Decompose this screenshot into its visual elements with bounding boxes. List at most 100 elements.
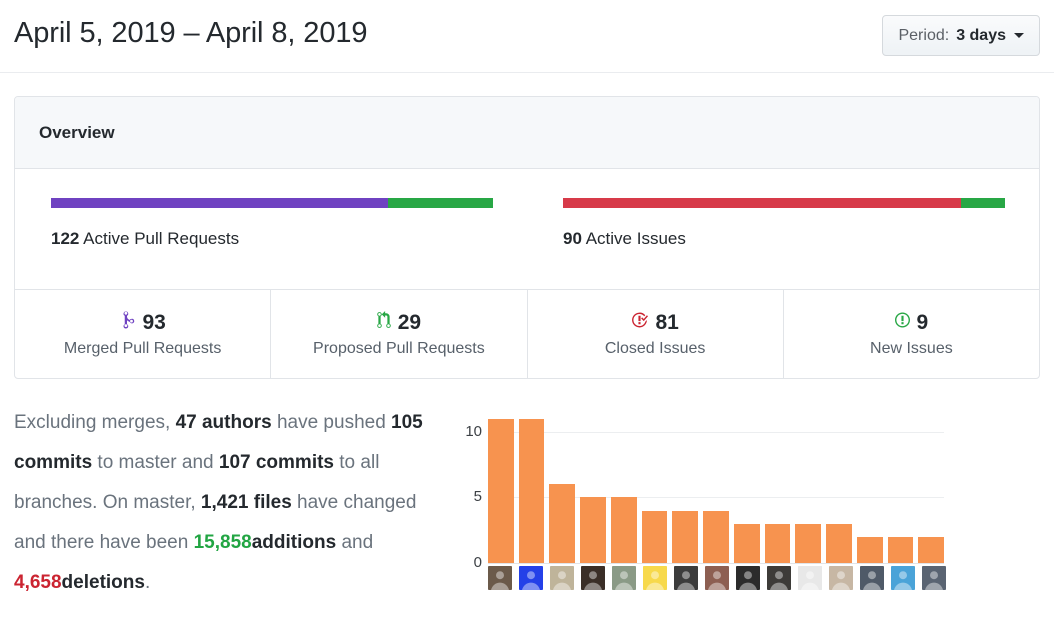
summary-additions-word: additions (252, 532, 336, 553)
contributor-avatar[interactable] (519, 566, 543, 590)
meter-segment-proposed (388, 198, 493, 208)
period-value: 3 days (956, 27, 1006, 45)
summary-part1: Excluding merges, (14, 412, 176, 433)
avatar-placeholder-icon (519, 566, 543, 590)
avatar-placeholder-icon (612, 566, 636, 590)
stat-new-value: 9 (917, 311, 929, 335)
chart-y-tick-label: 5 (456, 488, 482, 505)
stat-proposed-pull-requests[interactable]: 29 Proposed Pull Requests (271, 290, 527, 378)
overview-card-header: Overview (15, 97, 1039, 169)
chart-bar (888, 537, 914, 563)
stat-closed-label: Closed Issues (605, 340, 706, 358)
chart-y-tick-label: 0 (456, 554, 482, 571)
summary-part3: to master and (92, 452, 219, 473)
stat-new-issues[interactable]: 9 New Issues (784, 290, 1039, 378)
chart-bar (672, 511, 698, 563)
period-label: Period: (898, 27, 949, 45)
chart-bar (826, 524, 852, 563)
stat-merged-pull-requests[interactable]: 93 Merged Pull Requests (15, 290, 271, 378)
avatar-placeholder-icon (767, 566, 791, 590)
active-issues-block: 90 Active Issues (527, 169, 1039, 289)
overview-meters: 122 Active Pull Requests 90 Active Issue… (15, 169, 1039, 289)
stat-new-label: New Issues (870, 340, 953, 358)
summary-additions-count: 15,858 (194, 532, 252, 553)
stat-closed-top: 81 (631, 311, 678, 335)
issue-closed-icon (631, 311, 648, 334)
overview-card: Overview 122 Active Pull Requests (14, 96, 1040, 379)
contributor-avatar[interactable] (860, 566, 884, 590)
active-pull-requests-text: Active Pull Requests (83, 229, 239, 248)
stat-proposed-top: 29 (377, 311, 421, 335)
chart-bar (549, 484, 575, 563)
summary-deletions-word: deletions (62, 572, 145, 593)
page-title: April 5, 2019 – April 8, 2019 (14, 17, 367, 50)
chart-avatar-axis (488, 566, 946, 590)
contributor-avatar[interactable] (612, 566, 636, 590)
chart-bar (488, 419, 514, 563)
stat-closed-issues[interactable]: 81 Closed Issues (528, 290, 784, 378)
summary-commits-all: 107 commits (219, 452, 334, 473)
stat-merged-top: 93 (119, 311, 165, 335)
git-merge-icon (119, 311, 135, 334)
active-pull-requests-label: 122 Active Pull Requests (51, 229, 491, 249)
avatar-placeholder-icon (891, 566, 915, 590)
chart-y-axis: 0510 (455, 411, 482, 563)
contributor-avatar[interactable] (891, 566, 915, 590)
avatar-placeholder-icon (829, 566, 853, 590)
chart-bar (703, 511, 729, 563)
meter-segment-new (961, 198, 1005, 208)
avatar-placeholder-icon (705, 566, 729, 590)
contributor-avatar[interactable] (674, 566, 698, 590)
active-issues-text: Active Issues (586, 229, 686, 248)
meter-segment-closed (563, 198, 961, 208)
contributor-avatar[interactable] (767, 566, 791, 590)
contributor-avatar[interactable] (736, 566, 760, 590)
contributor-avatar[interactable] (798, 566, 822, 590)
contributor-avatar[interactable] (488, 566, 512, 590)
active-pull-requests-count: 122 (51, 229, 79, 248)
active-issues-label: 90 Active Issues (563, 229, 1003, 249)
summary-part2: have pushed (272, 412, 391, 433)
active-pull-requests-block: 122 Active Pull Requests (15, 169, 527, 289)
avatar-placeholder-icon (581, 566, 605, 590)
contributor-avatar[interactable] (829, 566, 853, 590)
active-pull-requests-meter (51, 198, 493, 208)
summary-deletions-count: 4,658 (14, 572, 62, 593)
active-issues-count: 90 (563, 229, 582, 248)
avatar-placeholder-icon (674, 566, 698, 590)
avatar-placeholder-icon (860, 566, 884, 590)
contributor-avatar[interactable] (922, 566, 946, 590)
page-header: April 5, 2019 – April 8, 2019 Period: 3 … (0, 0, 1054, 73)
contributor-avatar[interactable] (581, 566, 605, 590)
chart-bar (642, 511, 668, 563)
summary-authors: 47 authors (176, 412, 272, 433)
stat-proposed-label: Proposed Pull Requests (313, 340, 485, 358)
contributor-avatar[interactable] (550, 566, 574, 590)
commit-summary-text: Excluding merges, 47 authors have pushed… (14, 403, 438, 603)
meter-segment-merged (51, 198, 388, 208)
avatar-placeholder-icon (922, 566, 946, 590)
stat-new-top: 9 (895, 311, 929, 335)
active-issues-meter (563, 198, 1005, 208)
git-pull-request-icon (377, 311, 391, 334)
pulse-page: April 5, 2019 – April 8, 2019 Period: 3 … (0, 0, 1054, 619)
stat-proposed-value: 29 (398, 311, 421, 335)
overview-stats-row: 93 Merged Pull Requests 29 Proposed Pull… (15, 289, 1039, 378)
avatar-placeholder-icon (736, 566, 760, 590)
avatar-placeholder-icon (550, 566, 574, 590)
contributor-avatar[interactable] (643, 566, 667, 590)
summary-files: 1,421 files (201, 492, 292, 513)
avatar-placeholder-icon (643, 566, 667, 590)
chart-bar (795, 524, 821, 563)
contributor-avatar[interactable] (705, 566, 729, 590)
chart-gridline (488, 563, 944, 564)
chart-bars (488, 411, 944, 563)
issue-opened-icon (895, 311, 910, 334)
contributors-bar-chart: 0 5 10 (455, 403, 955, 598)
chart-bar (918, 537, 944, 563)
chart-y-tick-label: 10 (456, 423, 482, 440)
avatar-placeholder-icon (488, 566, 512, 590)
period-dropdown-button[interactable]: Period: 3 days (882, 15, 1040, 56)
chart-bar (857, 537, 883, 563)
stat-merged-label: Merged Pull Requests (64, 340, 221, 358)
